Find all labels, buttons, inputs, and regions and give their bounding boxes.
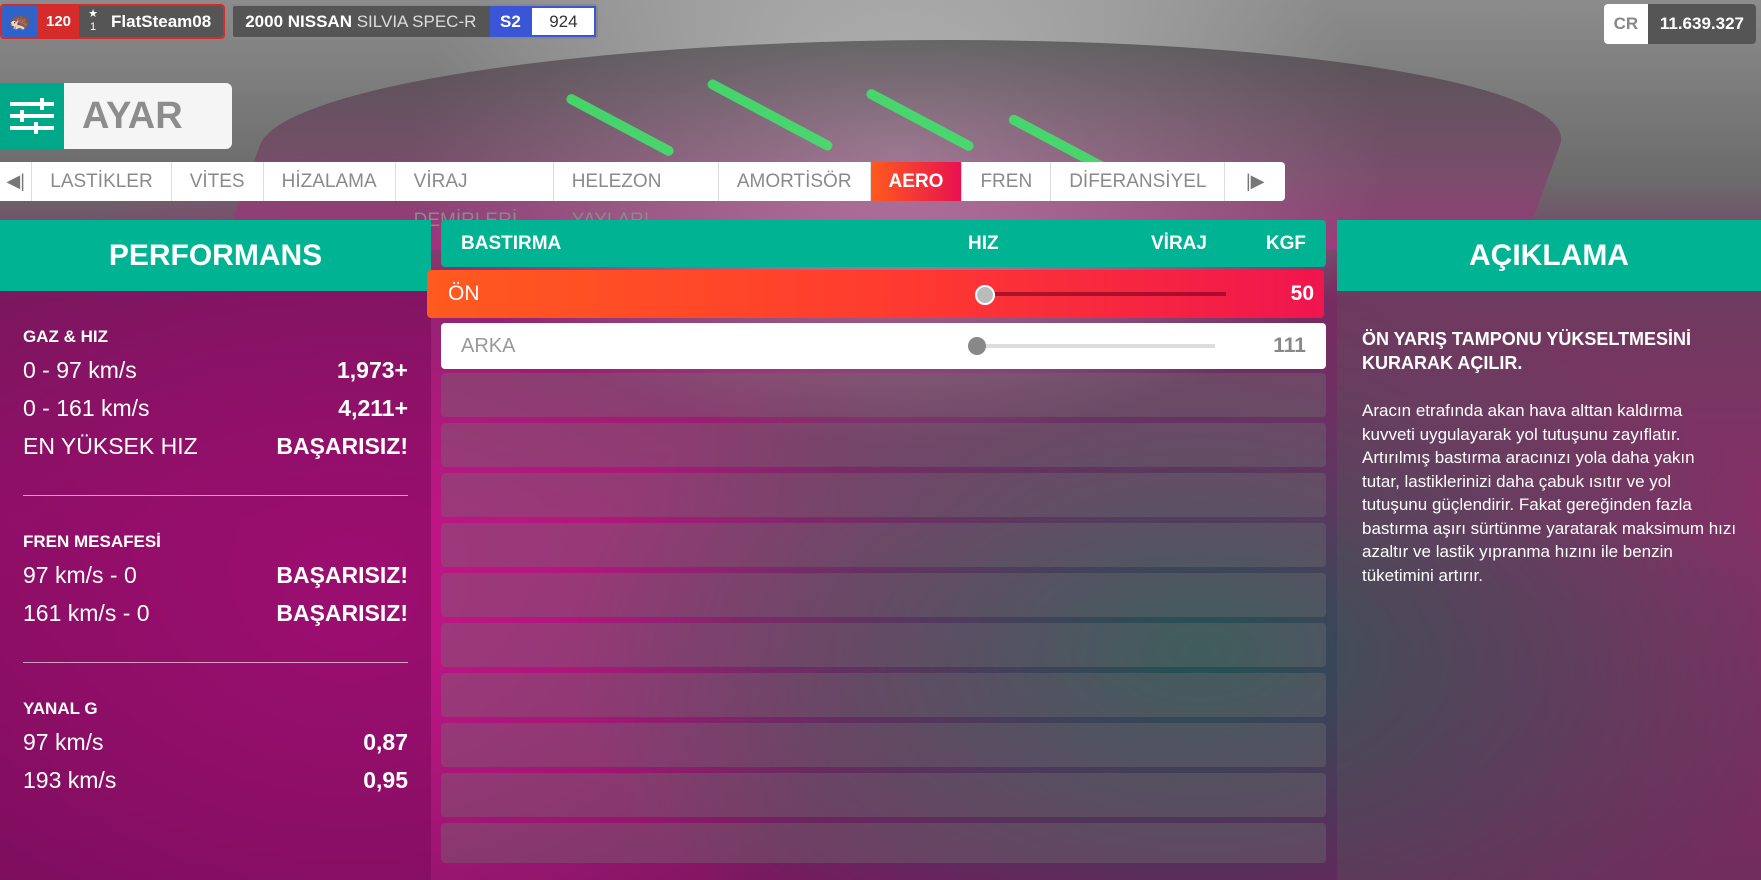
- stat-group-heading: FREN MESAFESİ: [23, 532, 161, 551]
- tab-next-button[interactable]: |▶: [1225, 162, 1285, 201]
- empty-row: [441, 423, 1326, 467]
- empty-row: [441, 723, 1326, 767]
- tab-tires[interactable]: LASTİKLER: [32, 162, 172, 201]
- empty-row: [441, 573, 1326, 617]
- stat-value: 1,973+: [337, 357, 408, 383]
- empty-row: [441, 673, 1326, 717]
- description-title: AÇIKLAMA: [1337, 220, 1761, 291]
- stat-label: 97 km/s: [23, 729, 104, 755]
- description-subtitle: ÖN YARIŞ TAMPONU YÜKSELTMESİNİ KURARAK A…: [1362, 329, 1692, 373]
- empty-row: [441, 623, 1326, 667]
- performance-panel: PERFORMANS GAZ & HIZ 0 - 97 km/s 1,973+ 0…: [0, 220, 431, 880]
- player-level: 120: [38, 6, 80, 37]
- avatar: 🦔: [2, 6, 38, 37]
- stat-label: 97 km/s - 0: [23, 562, 137, 588]
- section-header: AYAR: [0, 83, 232, 149]
- car-class-badge: S2: [490, 6, 531, 37]
- car-model: SILVIA SPEC-R: [356, 11, 477, 31]
- stat-group-braking: FREN MESAFESİ 97 km/s - 0 BAŞARISIZ! 161 …: [0, 532, 431, 632]
- stat-row: 0 - 97 km/s 1,973+: [23, 351, 408, 389]
- stat-row: EN YÜKSEK HIZ BAŞARISIZ!: [23, 427, 408, 465]
- stat-label: 0 - 97 km/s: [23, 357, 137, 383]
- car-name: 2000 NISSAN SILVIA SPEC-R: [245, 12, 476, 32]
- stat-row: 97 km/s - 0 BAŞARISIZ!: [23, 556, 408, 594]
- downforce-panel: BASTIRMA HIZ VİRAJ KGF ÖN 50 ARKA 111: [427, 220, 1326, 863]
- stat-row: 161 km/s - 0 BAŞARISIZ!: [23, 594, 408, 632]
- tuning-tabs: ◀| LASTİKLER VİTES HİZALAMA VİRAJ DEMİRL…: [0, 162, 1285, 231]
- car-year-make: 2000 NISSAN: [245, 11, 352, 31]
- rear-value: 111: [1273, 334, 1306, 357]
- gamertag: FlatSteam08: [107, 6, 224, 37]
- front-slider-handle[interactable]: [975, 285, 995, 305]
- tab-damping[interactable]: AMORTİSÖR: [719, 162, 871, 201]
- credits-label: CR: [1603, 4, 1648, 44]
- stat-value: BAŞARISIZ!: [276, 600, 408, 626]
- front-downforce-row[interactable]: ÖN 50: [427, 270, 1324, 318]
- player-card[interactable]: 🦔 120 ★ 1 FlatSteam08: [0, 4, 226, 39]
- cornering-label: VİRAJ: [1151, 232, 1207, 254]
- front-slider-track[interactable]: [983, 292, 1226, 296]
- stat-label: 161 km/s - 0: [23, 600, 150, 626]
- credits-value: 11.639.327: [1647, 4, 1756, 44]
- empty-row: [441, 823, 1326, 863]
- stat-group-heading: YANAL G: [23, 699, 98, 718]
- description-body: Aracın etrafında akan hava alttan kaldır…: [1362, 401, 1737, 585]
- tab-aero[interactable]: AERO: [870, 162, 963, 201]
- unit-label: KGF: [1265, 232, 1306, 254]
- stat-label: 193 km/s: [23, 767, 117, 793]
- stat-row: 193 km/s 0,95: [23, 761, 408, 799]
- downforce-header: BASTIRMA HIZ VİRAJ KGF: [441, 220, 1326, 267]
- stat-value: 4,211+: [338, 395, 408, 421]
- car-info: 2000 NISSAN SILVIA SPEC-R S2 924: [231, 4, 599, 39]
- sliders-icon: [0, 83, 64, 149]
- tab-brake[interactable]: FREN: [962, 162, 1052, 201]
- tab-springs[interactable]: HELEZON YAYLARI: [554, 162, 719, 231]
- speed-label: HIZ: [968, 232, 999, 254]
- downforce-title: BASTIRMA: [461, 232, 562, 254]
- rear-slider-track[interactable]: [978, 344, 1215, 348]
- performance-title: PERFORMANS: [0, 220, 431, 291]
- stat-value: BAŞARISIZ!: [276, 562, 408, 588]
- empty-row: [441, 773, 1326, 817]
- stat-row: 0 - 161 km/s 4,211+: [23, 389, 408, 427]
- rear-downforce-row[interactable]: ARKA 111: [441, 323, 1326, 369]
- rear-slider-handle[interactable]: [968, 337, 986, 355]
- rear-label: ARKA: [461, 334, 516, 357]
- section-title: AYAR: [64, 83, 232, 149]
- stat-value: BAŞARISIZ!: [276, 433, 408, 459]
- divider: [23, 662, 408, 663]
- stat-group-heading: GAZ & HIZ: [23, 327, 108, 346]
- tab-alignment[interactable]: HİZALAMA: [264, 162, 396, 201]
- empty-row: [441, 523, 1326, 567]
- tab-prev-button[interactable]: ◀|: [0, 162, 33, 201]
- top-bar: 🦔 120 ★ 1 FlatSteam08 2000 NISSAN SILVIA …: [0, 4, 599, 39]
- car-pi-rating: 924: [530, 6, 597, 37]
- description-panel: AÇIKLAMA ÖN YARIŞ TAMPONU YÜKSELTMESİNİ …: [1337, 220, 1761, 880]
- front-value: 50: [1290, 282, 1314, 305]
- stat-value: 0,95: [363, 767, 408, 793]
- tab-differential[interactable]: DİFERANSİYEL: [1051, 162, 1226, 201]
- empty-row: [441, 373, 1326, 417]
- star-count: 1: [89, 21, 97, 33]
- front-label: ÖN: [448, 282, 480, 305]
- stat-row: 97 km/s 0,87: [23, 723, 408, 761]
- stat-group-lateral-g: YANAL G 97 km/s 0,87 193 km/s 0,95: [0, 699, 431, 799]
- star-icon: ★ 1: [79, 6, 108, 37]
- tab-gearing[interactable]: VİTES: [172, 162, 264, 201]
- credits-display: CR 11.639.327: [1603, 4, 1756, 44]
- stat-value: 0,87: [363, 729, 408, 755]
- empty-row: [441, 473, 1326, 517]
- stat-label: 0 - 161 km/s: [23, 395, 150, 421]
- divider: [23, 495, 408, 496]
- tab-antiroll-bars[interactable]: VİRAJ DEMİRLERİ: [396, 162, 554, 231]
- stat-group-acceleration: GAZ & HIZ 0 - 97 km/s 1,973+ 0 - 161 km/s…: [0, 327, 431, 465]
- stat-label: EN YÜKSEK HIZ: [23, 433, 198, 459]
